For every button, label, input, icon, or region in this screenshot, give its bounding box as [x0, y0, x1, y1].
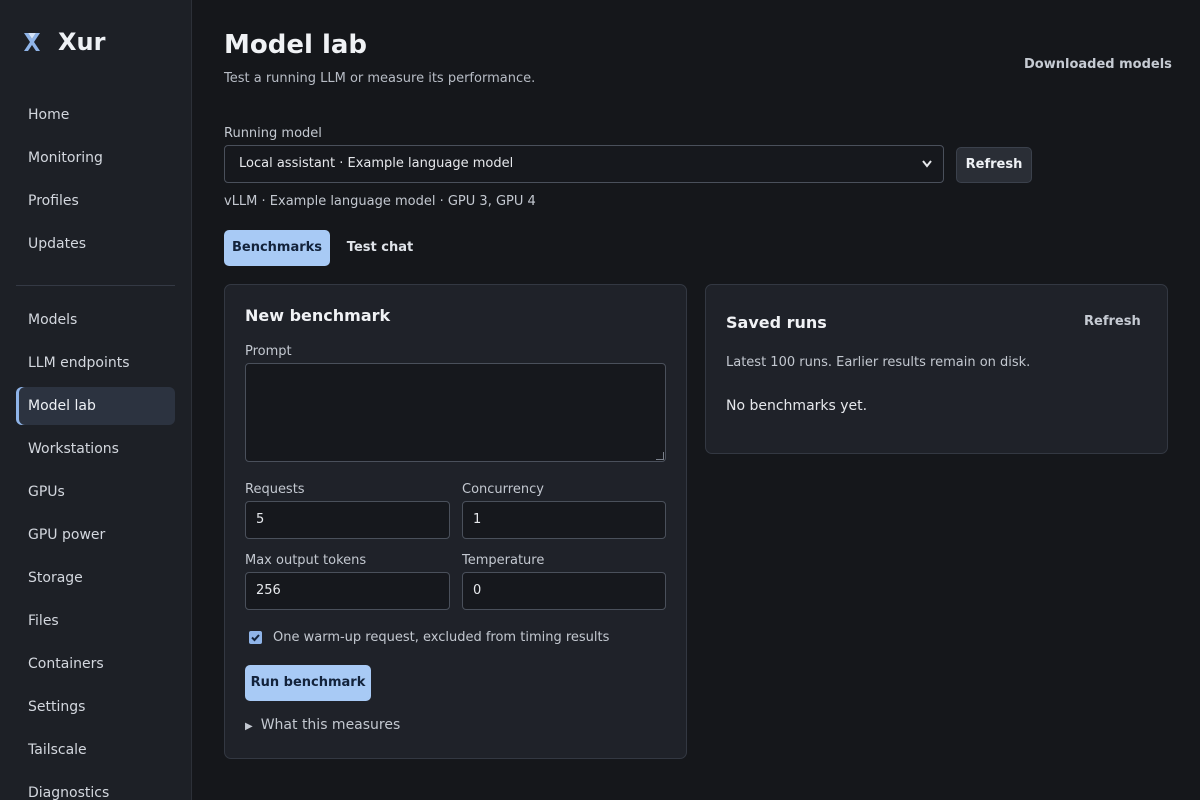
- tab-benchmarks[interactable]: Benchmarks: [224, 230, 330, 266]
- saved-runs-title: Saved runs: [726, 313, 827, 332]
- sidebar-item-llm-endpoints[interactable]: LLM endpoints: [16, 344, 175, 382]
- prompt-label: Prompt: [245, 344, 292, 359]
- sidebar-item-containers[interactable]: Containers: [16, 645, 175, 683]
- chevron-down-icon: [921, 146, 933, 196]
- check-icon: [251, 634, 260, 642]
- warmup-checkbox[interactable]: [249, 631, 262, 644]
- max-tokens-label: Max output tokens: [245, 553, 367, 568]
- concurrency-input[interactable]: 1: [462, 501, 666, 539]
- warmup-label[interactable]: One warm-up request, excluded from timin…: [273, 630, 609, 645]
- page-title: Model lab: [224, 30, 368, 60]
- brand[interactable]: Xur: [20, 28, 105, 56]
- sidebar-item-model-lab[interactable]: Model lab: [16, 387, 175, 425]
- run-benchmark-button[interactable]: Run benchmark: [245, 665, 371, 701]
- sidebar-item-home[interactable]: Home: [16, 96, 175, 134]
- temperature-label: Temperature: [462, 553, 545, 568]
- sidebar-divider: [16, 285, 175, 286]
- sidebar-item-workstations[interactable]: Workstations: [16, 430, 175, 468]
- new-benchmark-title: New benchmark: [245, 306, 391, 325]
- sidebar: Xur Home Monitoring Profiles Updates Mod…: [0, 0, 192, 800]
- prompt-textarea[interactable]: [245, 363, 666, 462]
- refresh-runs-button[interactable]: Refresh: [1084, 314, 1141, 329]
- empty-state-text: No benchmarks yet.: [726, 398, 868, 414]
- what-this-measures-toggle[interactable]: ▶ What this measures: [245, 717, 400, 733]
- sidebar-item-models[interactable]: Models: [16, 301, 175, 339]
- sidebar-item-profiles[interactable]: Profiles: [16, 182, 175, 220]
- sidebar-item-tailscale[interactable]: Tailscale: [16, 731, 175, 769]
- sidebar-item-files[interactable]: Files: [16, 602, 175, 640]
- sidebar-item-monitoring[interactable]: Monitoring: [16, 139, 175, 177]
- sidebar-item-gpus[interactable]: GPUs: [16, 473, 175, 511]
- running-model-value: Local assistant · Example language model: [239, 156, 514, 171]
- requests-label: Requests: [245, 482, 305, 497]
- sidebar-item-diagnostics[interactable]: Diagnostics: [16, 774, 175, 800]
- running-model-label: Running model: [224, 126, 322, 141]
- app-name: Xur: [58, 28, 106, 56]
- page-subtitle: Test a running LLM or measure its perfor…: [224, 71, 536, 86]
- requests-input[interactable]: 5: [245, 501, 450, 539]
- sidebar-item-settings[interactable]: Settings: [16, 688, 175, 726]
- sidebar-item-gpu-power[interactable]: GPU power: [16, 516, 175, 554]
- what-this-measures-label: What this measures: [260, 717, 401, 733]
- concurrency-label: Concurrency: [462, 482, 544, 497]
- refresh-model-button[interactable]: Refresh: [956, 147, 1032, 183]
- sidebar-item-updates[interactable]: Updates: [16, 225, 175, 263]
- running-model-select[interactable]: Local assistant · Example language model: [224, 145, 944, 183]
- sidebar-item-storage[interactable]: Storage: [16, 559, 175, 597]
- triangle-right-icon: ▶: [245, 721, 253, 732]
- x-logo-icon: [24, 33, 40, 51]
- saved-runs-note: Latest 100 runs. Earlier results remain …: [726, 355, 1031, 370]
- model-meta: vLLM · Example language model · GPU 3, G…: [224, 194, 536, 209]
- downloaded-models-link[interactable]: Downloaded models: [1024, 57, 1172, 72]
- resize-grip-icon[interactable]: [656, 452, 664, 460]
- tab-test-chat[interactable]: Test chat: [340, 230, 420, 266]
- max-tokens-input[interactable]: 256: [245, 572, 450, 610]
- temperature-input[interactable]: 0: [462, 572, 666, 610]
